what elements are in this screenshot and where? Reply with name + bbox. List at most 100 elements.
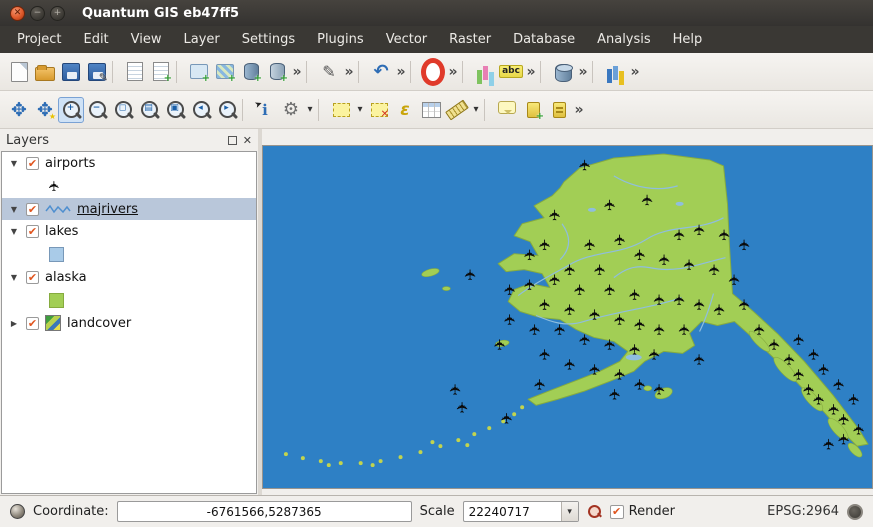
toolbar-overflow[interactable]: » (446, 59, 460, 85)
zoom-full[interactable]: ◻ (110, 97, 136, 123)
new-bookmark[interactable]: + (520, 97, 546, 123)
collapse-icon[interactable]: ▼ (8, 227, 20, 236)
toolbar-overflow[interactable]: » (628, 59, 642, 85)
measure-line[interactable] (444, 97, 470, 123)
show-bookmarks[interactable] (546, 97, 572, 123)
layer-visibility-checkbox[interactable]: ✔ (26, 271, 39, 284)
new-project[interactable] (6, 59, 32, 85)
map-tools-options[interactable]: ⚙ (278, 97, 304, 123)
layer-name: airports (45, 156, 95, 171)
map-canvas[interactable]: ✈✈✈✈✈✈✈✈✈✈✈✈✈✈✈✈✈✈✈✈✈✈✈✈✈✈✈✈✈✈✈✈✈✈✈✈✈✈✈✈… (262, 145, 873, 489)
svg-text:✈: ✈ (571, 283, 589, 296)
layer-item-landcover[interactable]: ▶✔landcover (2, 312, 256, 334)
svg-text:✈: ✈ (691, 353, 709, 366)
maximize-button[interactable] (50, 6, 65, 21)
toolbar-overflow[interactable]: » (290, 59, 304, 85)
collapse-icon[interactable]: ▼ (8, 205, 20, 214)
magnifier-icon[interactable] (587, 504, 602, 519)
save-project-as[interactable]: ✎ (84, 59, 110, 85)
point-symbol-airplane: ✈ (47, 180, 63, 192)
pan-map[interactable]: ✥ (6, 97, 32, 123)
layer-visibility-checkbox[interactable]: ✔ (26, 317, 39, 330)
identify-features[interactable]: ℹ (252, 97, 278, 123)
layer-visibility-checkbox[interactable]: ✔ (26, 203, 39, 216)
add-postgis-layer[interactable]: + (238, 59, 264, 85)
scale-combobox[interactable]: 22240717 (463, 501, 579, 522)
raster-histogram[interactable] (472, 59, 498, 85)
toolbar-overflow[interactable]: » (572, 97, 586, 123)
select-by-expression[interactable]: ε (392, 97, 418, 123)
chevron-down-icon[interactable] (561, 502, 578, 521)
menu-edit[interactable]: Edit (72, 28, 119, 51)
menu-vector[interactable]: Vector (375, 28, 438, 51)
float-panel-icon[interactable] (228, 136, 237, 145)
save-project[interactable] (58, 59, 84, 85)
map-tips[interactable] (494, 97, 520, 123)
layer-visibility-checkbox[interactable]: ✔ (26, 157, 39, 170)
open-attribute-table[interactable] (418, 97, 444, 123)
svg-text:✈: ✈ (820, 438, 838, 451)
composer-manager[interactable]: + (148, 59, 174, 85)
db-manager[interactable] (550, 59, 576, 85)
menu-layer[interactable]: Layer (173, 28, 231, 51)
crs-status-icon[interactable] (847, 504, 863, 520)
menu-view[interactable]: View (120, 28, 173, 51)
toggle-editing[interactable]: ✎ (316, 59, 342, 85)
toolbar-overflow[interactable]: » (342, 59, 356, 85)
add-raster-layer[interactable]: + (212, 59, 238, 85)
expand-icon[interactable]: ▶ (8, 319, 20, 328)
svg-text:✈: ✈ (631, 318, 649, 331)
close-button[interactable] (10, 6, 25, 21)
svg-text:✈: ✈ (706, 263, 724, 276)
svg-text:✈: ✈ (611, 368, 629, 381)
menu-database[interactable]: Database (502, 28, 586, 51)
layer-item-lakes[interactable]: ▼✔lakes (2, 220, 256, 242)
line-symbol-river (45, 203, 71, 215)
new-print-composer[interactable] (122, 59, 148, 85)
add-spatialite-layer[interactable]: + (264, 59, 290, 85)
add-vector-layer[interactable]: + (186, 59, 212, 85)
svg-text:✈: ✈ (501, 313, 519, 326)
labeling[interactable]: abc (498, 59, 524, 85)
menu-help[interactable]: Help (662, 28, 714, 51)
collapse-icon[interactable]: ▼ (8, 159, 20, 168)
select-features[interactable] (328, 97, 354, 123)
menu-raster[interactable]: Raster (438, 28, 502, 51)
toolbar-overflow[interactable]: » (524, 59, 538, 85)
collapse-icon[interactable]: ▼ (8, 273, 20, 282)
menu-project[interactable]: Project (6, 28, 72, 51)
zoom-out[interactable]: − (84, 97, 110, 123)
layer-visibility-checkbox[interactable]: ✔ (26, 225, 39, 238)
chevron-down[interactable]: ▾ (304, 97, 316, 123)
close-panel-icon[interactable] (243, 135, 252, 146)
statistics-chart[interactable] (602, 59, 628, 85)
layer-item-majrivers[interactable]: ▼✔majrivers (2, 198, 256, 220)
help-contents[interactable] (420, 59, 446, 85)
svg-text:✈: ✈ (498, 412, 516, 425)
zoom-to-selection[interactable]: ▣ (162, 97, 188, 123)
render-checkbox[interactable] (610, 505, 624, 519)
menu-analysis[interactable]: Analysis (586, 28, 662, 51)
svg-text:✈: ✈ (631, 378, 649, 391)
svg-text:✈: ✈ (691, 223, 709, 236)
menu-settings[interactable]: Settings (231, 28, 306, 51)
open-project[interactable] (32, 59, 58, 85)
pan-to-selection[interactable]: ✥ (32, 97, 58, 123)
zoom-in[interactable]: + (58, 97, 84, 123)
chevron-down[interactable]: ▾ (354, 97, 366, 123)
layer-item-airports[interactable]: ▼ ✔ airports (2, 152, 256, 174)
chevron-down[interactable]: ▾ (470, 97, 482, 123)
zoom-next[interactable]: ▸ (214, 97, 240, 123)
layer-item-alaska[interactable]: ▼✔alaska (2, 266, 256, 288)
zoom-to-layer[interactable]: ▤ (136, 97, 162, 123)
coordinate-input[interactable] (117, 501, 412, 522)
undo[interactable]: ↶ (368, 59, 394, 85)
toolbar-overflow[interactable]: » (394, 59, 408, 85)
svg-text:✈: ✈ (750, 323, 768, 336)
deselect-features[interactable] (366, 97, 392, 123)
toolbar-overflow[interactable]: » (576, 59, 590, 85)
svg-text:✈: ✈ (546, 209, 564, 222)
minimize-button[interactable] (30, 6, 45, 21)
zoom-last[interactable]: ◂ (188, 97, 214, 123)
menu-plugins[interactable]: Plugins (306, 28, 375, 51)
